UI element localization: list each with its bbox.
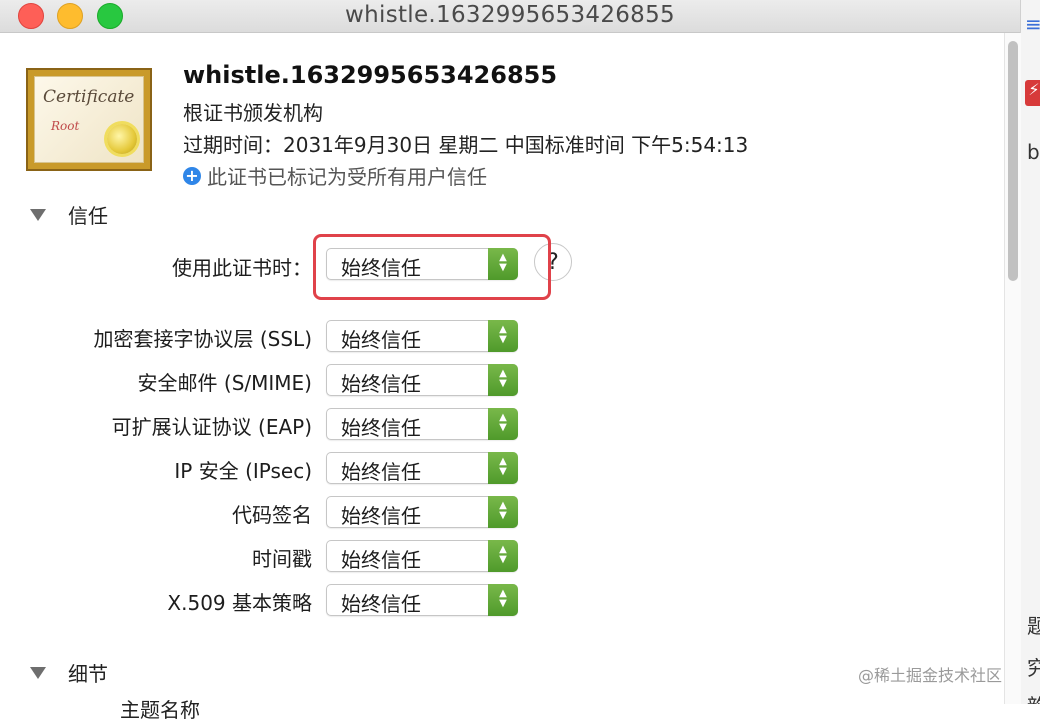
trust-popup-ipsec[interactable]: 始终信任 ▲ ▼	[326, 452, 518, 484]
popup-value: 始终信任	[341, 372, 421, 396]
when-using-label: 使用此证书时：	[172, 256, 312, 280]
trust-status: + 此证书已标记为受所有用户信任	[183, 161, 487, 190]
subject-name-label: 主题名称	[120, 698, 200, 722]
trust-popup-smime[interactable]: 始终信任 ▲ ▼	[326, 364, 518, 396]
background-text: 究	[1027, 652, 1040, 681]
trust-row-label-ssl: 加密套接字协议层 (SSL)	[93, 327, 313, 351]
scroll-thumb[interactable]	[1008, 41, 1018, 281]
watermark: @稀土掘金技术社区	[858, 666, 1003, 685]
up-down-arrows-icon: ▲ ▼	[488, 320, 518, 352]
popup-value: 始终信任	[341, 328, 421, 352]
trust-row-label-x509: X.509 基本策略	[167, 591, 312, 615]
trust-popup-x509[interactable]: 始终信任 ▲ ▼	[326, 584, 518, 616]
trust-section-header[interactable]: 信任	[30, 200, 108, 229]
popup-value: 始终信任	[341, 416, 421, 440]
certificate-name: whistle.1632995653426855	[183, 61, 558, 89]
window-title: whistle.1632995653426855	[345, 2, 675, 28]
details-section-label: 细节	[68, 662, 108, 686]
trust-row-label-smime: 安全邮件 (S/MIME)	[137, 371, 312, 395]
lines-icon: ≡	[1025, 12, 1040, 36]
trust-section-label: 信任	[68, 204, 108, 228]
disclosure-triangle-icon[interactable]	[30, 208, 46, 221]
trust-row-label-code-signing: 代码签名	[232, 503, 312, 527]
trust-row-label-timestamp: 时间戳	[252, 547, 312, 571]
plus-circle-icon: +	[183, 166, 201, 185]
background-window: ≡ ⚡ b 题 究 韵	[1020, 0, 1040, 704]
background-text: b	[1027, 140, 1040, 164]
up-down-arrows-icon: ▲ ▼	[488, 540, 518, 572]
up-down-arrows-icon: ▲ ▼	[488, 408, 518, 440]
popup-value: 始终信任	[341, 504, 421, 528]
trust-popup-code-signing[interactable]: 始终信任 ▲ ▼	[326, 496, 518, 528]
disclosure-triangle-icon[interactable]	[30, 666, 46, 679]
details-section-header[interactable]: 细节	[30, 658, 108, 687]
trust-row-label-eap: 可扩展认证协议 (EAP)	[111, 415, 312, 439]
up-down-arrows-icon: ▲ ▼	[488, 496, 518, 528]
popup-value: 始终信任	[341, 460, 421, 484]
trust-status-text: 此证书已标记为受所有用户信任	[207, 165, 487, 189]
popup-value: 始终信任	[341, 548, 421, 572]
trust-popup-ssl[interactable]: 始终信任 ▲ ▼	[326, 320, 518, 352]
background-text: 题	[1027, 610, 1040, 639]
certificate-expiry: 过期时间：2031年9月30日 星期二 中国标准时间 下午5:54:13	[183, 133, 749, 157]
trust-row-label-ipsec: IP 安全 (IPsec)	[174, 459, 312, 483]
seal-icon	[107, 124, 137, 154]
certificate-icon: Certificate Root	[26, 68, 152, 171]
highlight-annotation	[313, 234, 551, 300]
title-bar: whistle.1632995653426855	[0, 0, 1020, 33]
trust-popup-eap[interactable]: 始终信任 ▲ ▼	[326, 408, 518, 440]
vertical-scrollbar[interactable]	[1004, 33, 1021, 704]
background-text: 韵	[1027, 690, 1040, 704]
app-icon: ⚡	[1025, 80, 1040, 106]
certificate-issuer-type: 根证书颁发机构	[183, 101, 323, 125]
certificate-image-word: Certificate	[43, 87, 135, 107]
up-down-arrows-icon: ▲ ▼	[488, 452, 518, 484]
certificate-image-root: Root	[51, 119, 80, 133]
up-down-arrows-icon: ▲ ▼	[488, 364, 518, 396]
trust-popup-timestamp[interactable]: 始终信任 ▲ ▼	[326, 540, 518, 572]
popup-value: 始终信任	[341, 592, 421, 616]
up-down-arrows-icon: ▲ ▼	[488, 584, 518, 616]
